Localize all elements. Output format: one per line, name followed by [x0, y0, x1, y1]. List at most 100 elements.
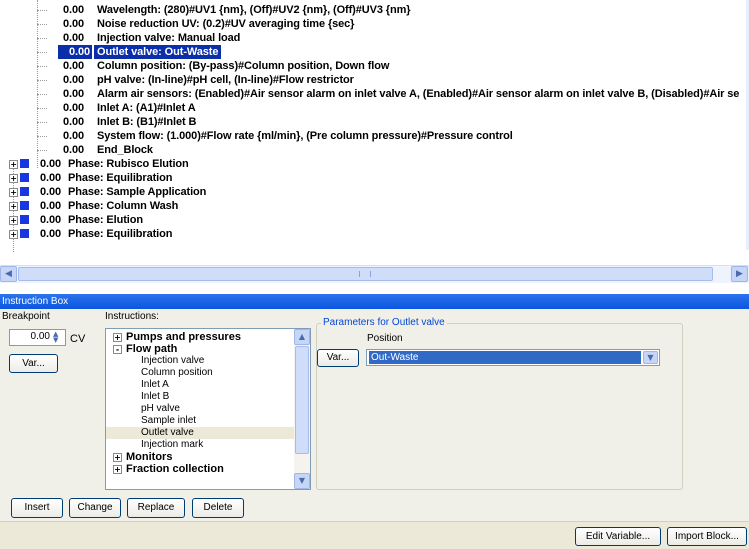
position-label: Position [367, 333, 403, 344]
change-button[interactable]: Change [69, 498, 121, 518]
row-breakpoint: 0.00 [62, 88, 84, 100]
tree-connector [37, 150, 47, 151]
phase-label: Phase: Equilibration [68, 172, 173, 184]
method-tree[interactable]: 0.00 Wavelength: (280)#UV1 {nm}, (Off)#UV… [0, 0, 749, 264]
param-var-button[interactable]: Var... [317, 349, 359, 367]
insert-button[interactable]: Insert [11, 498, 63, 518]
position-selected-value: Out-Waste [369, 351, 641, 364]
phase-breakpoint: 0.00 [39, 228, 61, 240]
row-instruction: System flow: (1.000)#Flow rate {ml/min},… [97, 130, 513, 142]
phase-breakpoint: 0.00 [39, 172, 61, 184]
row-instruction: Injection valve: Manual load [97, 32, 241, 44]
breakpoint-unit: CV [70, 333, 86, 345]
row-breakpoint: 0.00 [62, 116, 84, 128]
row-instruction: Wavelength: (280)#UV1 {nm}, (Off)#UV2 {n… [97, 4, 411, 16]
tree-connector [37, 80, 47, 81]
position-dropdown[interactable]: Out-Waste ▼ [366, 349, 660, 366]
breakpoint-spinner[interactable]: 0.00 ▲ ▼ [9, 329, 66, 346]
row-instruction: Inlet A: (A1)#Inlet A [97, 102, 196, 114]
instructions-scrollbar[interactable]: ▲ ▼ [294, 329, 310, 489]
tree-connector [37, 136, 47, 137]
instructions-list[interactable]: + Pumps and pressures - Flow path Injection … [105, 328, 311, 490]
scroll-right-icon[interactable]: ▶ [731, 266, 748, 282]
expand-plus-icon[interactable]: + [9, 174, 18, 183]
row-instruction: Alarm air sensors: (Enabled)#Air sensor … [97, 88, 740, 100]
instruction-item-label: Injection mark [141, 439, 204, 450]
instruction-item-label: pH valve [141, 403, 180, 414]
parameters-group: Parameters for Outlet valve Position Var… [316, 317, 683, 490]
tree-horizontal-scrollbar[interactable]: ◀ ▶ [0, 265, 749, 283]
replace-button[interactable]: Replace [127, 498, 185, 518]
breakpoint-var-button[interactable]: Var... [9, 354, 58, 373]
instruction-item-label: Injection valve [141, 355, 205, 366]
expand-plus-icon[interactable]: + [9, 160, 18, 169]
scroll-left-icon[interactable]: ◀ [0, 266, 17, 282]
expand-plus-icon[interactable]: + [9, 202, 18, 211]
phase-block-icon [20, 215, 29, 224]
phase-breakpoint: 0.00 [39, 200, 61, 212]
phase-block-icon [20, 187, 29, 196]
import-block-button[interactable]: Import Block... [667, 527, 747, 546]
breakpoint-value: 0.00 [30, 331, 50, 342]
instruction-item-label: Sample inlet [141, 415, 197, 426]
instruction-item[interactable]: Outlet valve [106, 427, 294, 439]
scroll-up-icon[interactable]: ▲ [294, 329, 310, 345]
bottom-bar: Edit Variable... Import Block... [0, 521, 749, 549]
row-breakpoint: 0.00 [62, 74, 84, 86]
edit-variable-button[interactable]: Edit Variable... [575, 527, 661, 546]
phase-block-icon [20, 159, 29, 168]
instruction-group-label: Fraction collection [126, 463, 224, 475]
phase-block-icon [20, 173, 29, 182]
instruction-item-label: Inlet A [141, 379, 169, 390]
delete-button[interactable]: Delete [192, 498, 244, 518]
instruction-item-label: Column position [141, 367, 213, 378]
phase-label: Phase: Rubisco Elution [68, 158, 189, 170]
tree-connector [37, 94, 47, 95]
row-breakpoint: 0.00 [62, 4, 84, 16]
chevron-down-icon[interactable]: ▼ [643, 351, 658, 364]
phase-label: Phase: Column Wash [68, 200, 179, 212]
tree-connector [37, 24, 47, 25]
expand-plus-icon[interactable]: + [9, 188, 18, 197]
expand-plus-icon[interactable]: + [113, 453, 122, 462]
instruction-group-label: Pumps and pressures [126, 331, 241, 343]
phase-label: Phase: Elution [68, 214, 143, 226]
row-instruction: End_Block [97, 144, 153, 156]
row-breakpoint: 0.00 [62, 18, 84, 30]
phase-breakpoint: 0.00 [39, 214, 61, 226]
phase-breakpoint: 0.00 [39, 186, 61, 198]
row-instruction: Inlet B: (B1)#Inlet B [97, 116, 197, 128]
expand-plus-icon[interactable]: + [113, 465, 122, 474]
expand-plus-icon[interactable]: + [9, 216, 18, 225]
scroll-thumb[interactable] [295, 346, 309, 454]
row-breakpoint: 0.00 [62, 130, 84, 142]
row-instruction: Column position: (By-pass)#Column positi… [97, 60, 390, 72]
scroll-down-icon[interactable]: ▼ [294, 473, 310, 489]
collapse-minus-icon[interactable]: - [113, 345, 122, 354]
tree-connector [37, 38, 47, 39]
parameters-legend: Parameters for Outlet valve [321, 317, 447, 328]
scroll-thumb[interactable] [18, 267, 713, 281]
scroll-grip-icon [359, 271, 371, 277]
row-breakpoint: 0.00 [62, 102, 84, 114]
tree-connector [37, 10, 47, 11]
tree-guide-line [37, 0, 38, 168]
phase-label: Phase: Equilibration [68, 228, 173, 240]
phase-breakpoint: 0.00 [39, 158, 61, 170]
instruction-item-label: Inlet B [141, 391, 170, 402]
row-breakpoint: 0.00 [62, 144, 84, 156]
instruction-group-label: Flow path [126, 343, 178, 355]
row-instruction: Outlet valve: Out-Waste [94, 45, 222, 59]
phase-block-icon [20, 229, 29, 238]
row-instruction: pH valve: (In-line)#pH cell, (In-line)#F… [97, 74, 354, 86]
expand-plus-icon[interactable]: + [9, 230, 18, 239]
spinner-arrows-icon[interactable]: ▲ ▼ [53, 331, 63, 344]
tree-connector [37, 122, 47, 123]
expand-plus-icon[interactable]: + [113, 333, 122, 342]
row-breakpoint: 0.00 [62, 60, 84, 72]
instructions-label: Instructions: [105, 311, 159, 322]
instruction-item-label: Outlet valve [141, 427, 194, 438]
row-breakpoint: 0.00 [62, 32, 84, 44]
phase-label: Phase: Sample Application [68, 186, 207, 198]
row-instruction: Noise reduction UV: (0.2)#UV averaging t… [97, 18, 355, 30]
